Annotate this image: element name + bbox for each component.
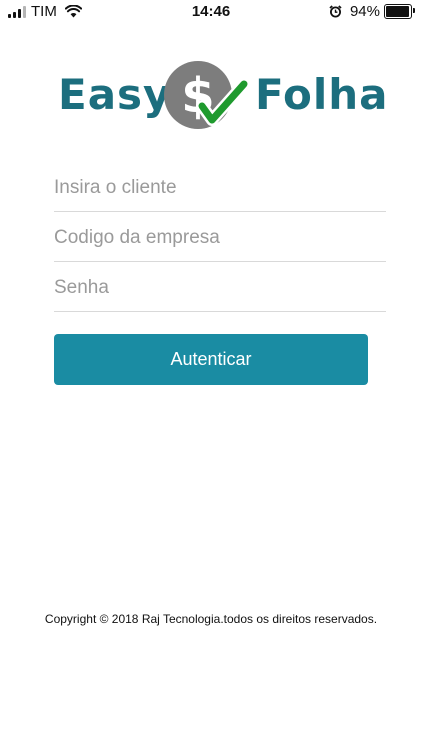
alarm-icon <box>329 5 342 18</box>
logo-text-folha: Folha <box>255 70 389 119</box>
battery-fill <box>386 6 409 17</box>
company-code-input[interactable] <box>54 227 386 249</box>
logo-text-easy: Easy <box>58 70 172 119</box>
authenticate-button[interactable]: Autenticar <box>54 334 368 385</box>
app-logo: Easy $ Folha <box>58 58 387 134</box>
copyright-footer: Copyright © 2018 Raj Tecnologia.todos os… <box>44 612 378 626</box>
company-code-field <box>54 212 386 262</box>
status-right: 94% <box>329 3 415 20</box>
login-form <box>54 162 386 312</box>
battery-percent: 94% <box>349 3 380 20</box>
password-field <box>54 262 386 312</box>
battery-icon <box>384 4 415 19</box>
client-input[interactable] <box>54 177 386 199</box>
dollar-check-logo-icon: $ <box>164 61 250 129</box>
client-field <box>54 162 386 212</box>
password-input[interactable] <box>54 277 386 299</box>
status-bar: TIM 14:46 94% <box>0 0 422 24</box>
